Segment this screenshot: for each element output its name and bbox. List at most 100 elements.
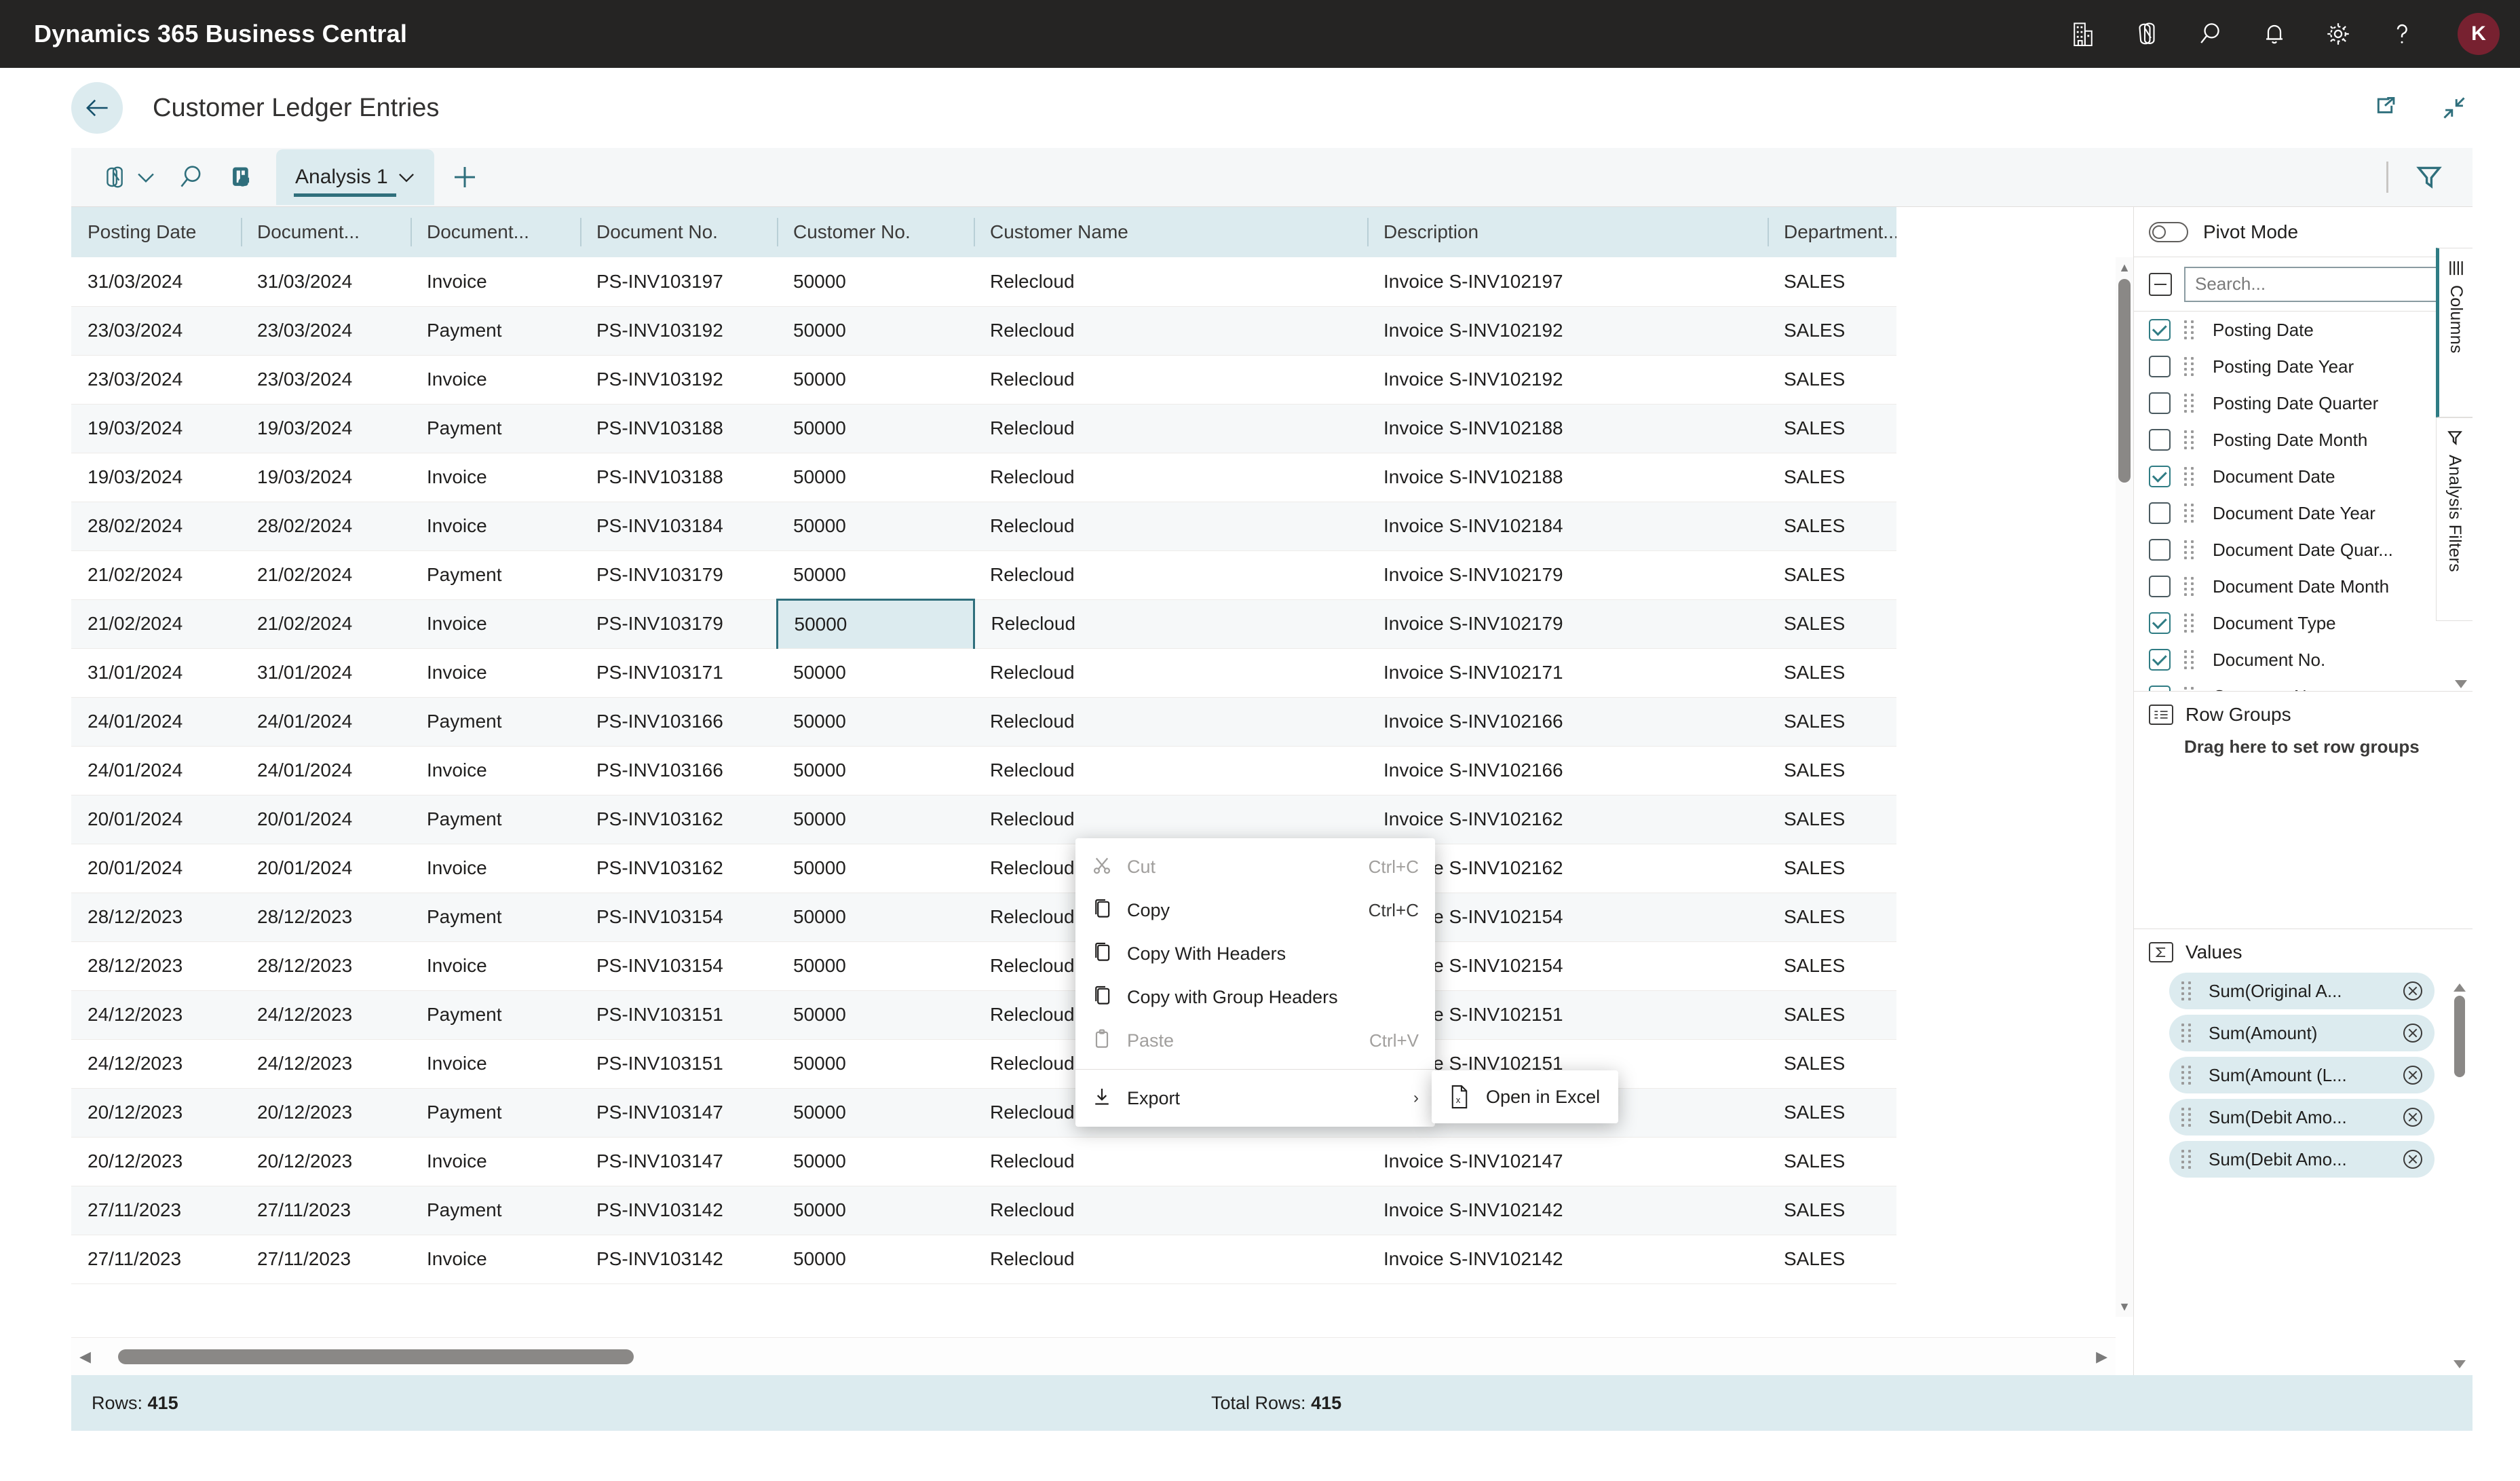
remove-value-icon[interactable]	[2403, 1066, 2422, 1085]
cell-document-date[interactable]: 20/01/2024	[241, 795, 411, 844]
drag-handle-icon[interactable]	[2184, 576, 2199, 596]
cell-document-date[interactable]: 24/12/2023	[241, 990, 411, 1040]
cell-document-type[interactable]: Payment	[411, 404, 580, 453]
drag-handle-icon[interactable]	[2181, 981, 2196, 1000]
cell-document-no[interactable]: PS-INV103147	[580, 1088, 777, 1138]
cell-department-code[interactable]: SALES	[1768, 306, 1896, 356]
scroll-right-arrow[interactable]: ▶	[2096, 1349, 2107, 1364]
cell-document-type[interactable]: Invoice	[411, 746, 580, 795]
cell-description[interactable]: Invoice S-INV102171	[1367, 648, 1768, 698]
cell-document-date[interactable]: 20/12/2023	[241, 1088, 411, 1138]
cell-customer-name[interactable]: Relecloud	[974, 1235, 1367, 1284]
cell-department-code[interactable]: SALES	[1768, 1137, 1896, 1186]
cell-department-code[interactable]: SALES	[1768, 795, 1896, 844]
menu-item-copy-with-headers[interactable]: Copy With Headers	[1075, 932, 1435, 975]
cell-customer-no[interactable]: 50000	[777, 550, 974, 600]
column-toggle-item[interactable]: Document Type	[2134, 605, 2473, 641]
cell-posting-date[interactable]: 31/03/2024	[71, 257, 241, 307]
cell-document-date[interactable]: 19/03/2024	[241, 453, 411, 502]
collapse-all-icon[interactable]	[2149, 272, 2172, 296]
cell-posting-date[interactable]: 24/12/2023	[71, 990, 241, 1040]
cell-posting-date[interactable]: 20/12/2023	[71, 1137, 241, 1186]
company-icon[interactable]	[2065, 16, 2101, 52]
cell-posting-date[interactable]: 21/02/2024	[71, 550, 241, 600]
table-row[interactable]: 21/02/2024 21/02/2024 Payment PS-INV103179 5…	[71, 550, 1896, 600]
cell-customer-no[interactable]: 50000	[777, 746, 974, 795]
cell-customer-no[interactable]: 50000	[777, 306, 974, 356]
cell-department-code[interactable]: SALES	[1768, 453, 1896, 502]
cell-document-type[interactable]: Invoice	[411, 1235, 580, 1284]
cell-document-no[interactable]: PS-INV103166	[580, 746, 777, 795]
drag-handle-icon[interactable]	[2184, 356, 2199, 376]
filter-button[interactable]	[2403, 148, 2455, 206]
scroll-left-arrow[interactable]: ◀	[79, 1349, 91, 1364]
cell-document-no[interactable]: PS-INV103154	[580, 893, 777, 942]
cell-customer-name[interactable]: Relecloud	[974, 648, 1367, 698]
table-row[interactable]: 24/01/2024 24/01/2024 Payment PS-INV103166 5…	[71, 697, 1896, 747]
cell-document-type[interactable]: Invoice	[411, 844, 580, 893]
cell-department-code[interactable]: SALES	[1768, 257, 1896, 307]
column-checkbox[interactable]	[2149, 612, 2171, 634]
cell-customer-no[interactable]: 50000	[777, 1088, 974, 1138]
cell-description[interactable]: Invoice S-INV102184	[1367, 502, 1768, 551]
cell-department-code[interactable]: SALES	[1768, 502, 1896, 551]
vertical-scroll-thumb[interactable]	[2118, 279, 2131, 483]
cell-posting-date[interactable]: 27/11/2023	[71, 1235, 241, 1284]
cell-posting-date[interactable]: 23/03/2024	[71, 355, 241, 405]
cell-posting-date[interactable]: 19/03/2024	[71, 453, 241, 502]
cell-customer-no[interactable]: 50000	[777, 1186, 974, 1235]
cell-document-date[interactable]: 27/11/2023	[241, 1186, 411, 1235]
drag-handle-icon[interactable]	[2184, 650, 2199, 669]
cell-document-date[interactable]: 24/01/2024	[241, 697, 411, 747]
cell-document-date[interactable]: 23/03/2024	[241, 355, 411, 405]
table-row[interactable]: 28/02/2024 28/02/2024 Invoice PS-INV103184 5…	[71, 502, 1896, 551]
table-row[interactable]: 24/12/2023 24/12/2023 Invoice PS-INV103151 5…	[71, 1039, 1896, 1089]
cell-customer-no[interactable]: 50000	[777, 404, 974, 453]
menu-item-export[interactable]: Export ›	[1075, 1076, 1435, 1120]
table-row[interactable]: 24/12/2023 24/12/2023 Payment PS-INV103151 5…	[71, 990, 1896, 1040]
cell-document-date[interactable]: 31/03/2024	[241, 257, 411, 307]
column-toggle-item[interactable]: Document No.	[2134, 641, 2473, 678]
column-checkbox[interactable]	[2149, 429, 2171, 451]
column-toggle-item[interactable]: Customer No.	[2134, 678, 2473, 691]
cell-customer-no[interactable]: 50000	[777, 1235, 974, 1284]
cell-document-date[interactable]: 23/03/2024	[241, 306, 411, 356]
cell-customer-no[interactable]: 50000	[777, 893, 974, 942]
cell-posting-date[interactable]: 28/12/2023	[71, 893, 241, 942]
cell-description[interactable]: Invoice S-INV102166	[1367, 746, 1768, 795]
cell-customer-name[interactable]: Relecloud	[974, 1186, 1367, 1235]
open-in-new-window-icon[interactable]	[2367, 90, 2403, 126]
cell-description[interactable]: Invoice S-INV102188	[1367, 453, 1768, 502]
table-row[interactable]: 20/12/2023 20/12/2023 Invoice PS-INV103147 5…	[71, 1137, 1896, 1186]
grid-vertical-scrollbar[interactable]: ▲ ▼	[2116, 257, 2133, 1317]
cell-department-code[interactable]: SALES	[1768, 1039, 1896, 1089]
cell-document-date[interactable]: 24/12/2023	[241, 1039, 411, 1089]
cell-posting-date[interactable]: 21/02/2024	[71, 599, 241, 649]
cell-document-no[interactable]: PS-INV103197	[580, 257, 777, 307]
column-header-document-no[interactable]: Document No.	[580, 207, 777, 257]
copilot-menu-button[interactable]	[90, 148, 166, 206]
cell-document-date[interactable]: 28/12/2023	[241, 893, 411, 942]
column-toggle-item[interactable]: Posting Date Quarter	[2134, 385, 2473, 421]
cell-description[interactable]: Invoice S-INV102142	[1367, 1235, 1768, 1284]
cell-description[interactable]: Invoice S-INV102166	[1367, 697, 1768, 747]
cell-department-code[interactable]: SALES	[1768, 844, 1896, 893]
cell-customer-no[interactable]: 50000	[777, 648, 974, 698]
column-toggle-item[interactable]: Posting Date Year	[2134, 348, 2473, 385]
table-row[interactable]: 27/11/2023 27/11/2023 Invoice PS-INV103142 5…	[71, 1235, 1896, 1284]
cell-description[interactable]: Invoice S-INV102142	[1367, 1186, 1768, 1235]
side-tab-columns[interactable]: Columns	[2436, 248, 2473, 417]
values-scroll-down[interactable]	[2454, 1360, 2466, 1368]
cell-customer-no[interactable]: 50000	[777, 1039, 974, 1089]
table-row[interactable]: 28/12/2023 28/12/2023 Invoice PS-INV103154 5…	[71, 941, 1896, 991]
chevron-down-icon[interactable]	[398, 171, 415, 183]
cell-description[interactable]: Invoice S-INV102162	[1367, 795, 1768, 844]
cell-document-date[interactable]: 24/01/2024	[241, 746, 411, 795]
cell-document-date[interactable]: 20/12/2023	[241, 1137, 411, 1186]
column-checkbox[interactable]	[2149, 392, 2171, 414]
cell-document-no[interactable]: PS-INV103154	[580, 941, 777, 991]
cell-posting-date[interactable]: 23/03/2024	[71, 306, 241, 356]
cell-document-type[interactable]: Invoice	[411, 453, 580, 502]
cell-document-type[interactable]: Payment	[411, 697, 580, 747]
scroll-up-arrow[interactable]: ▲	[2118, 257, 2131, 278]
